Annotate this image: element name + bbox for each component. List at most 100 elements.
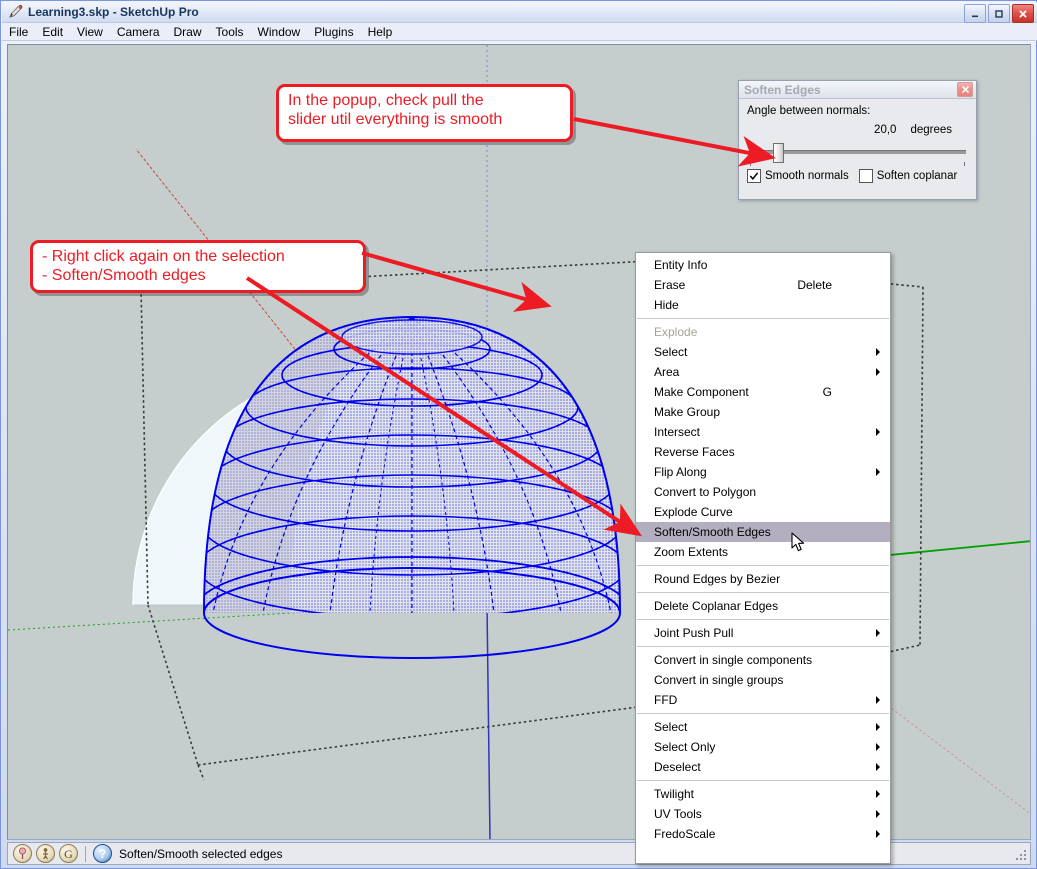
submenu-arrow-icon	[876, 368, 880, 376]
menu-item-label: Deselect	[654, 760, 701, 774]
menu-item-joint-push-pull[interactable]: Joint Push Pull	[636, 623, 890, 643]
menu-item-hide[interactable]: Hide	[636, 295, 890, 315]
context-menu-separator	[637, 780, 889, 781]
menu-draw[interactable]: Draw	[167, 24, 209, 40]
submenu-arrow-icon	[876, 810, 880, 818]
menu-item-make-group[interactable]: Make Group	[636, 402, 890, 422]
submenu-arrow-icon	[876, 830, 880, 838]
menu-item-label: Area	[654, 365, 680, 379]
menu-view[interactable]: View	[70, 24, 110, 40]
menu-item-ffd[interactable]: FFD	[636, 690, 890, 710]
menu-item-label: Make Group	[654, 405, 721, 419]
smooth-normals-checkbox[interactable]: Smooth normals	[747, 169, 849, 183]
menu-item-convert-to-polygon[interactable]: Convert to Polygon	[636, 482, 890, 502]
menu-bar: File Edit View Camera Draw Tools Window Plugins…	[2, 23, 1037, 41]
resize-grip[interactable]	[1013, 847, 1028, 862]
menu-tools[interactable]: Tools	[209, 24, 251, 40]
menu-item-label: Zoom Extents	[654, 545, 729, 559]
minimize-button[interactable]	[964, 4, 986, 23]
menu-item-select[interactable]: Select	[636, 717, 890, 737]
menu-item-flip-along[interactable]: Flip Along	[636, 462, 890, 482]
soften-edges-dialog[interactable]: Soften Edges Angle between normals: 20,0…	[738, 80, 977, 200]
status-divider	[85, 845, 86, 862]
menu-item-label: Select Only	[654, 740, 716, 754]
menu-item-select-only[interactable]: Select Only	[636, 737, 890, 757]
menu-edit[interactable]: Edit	[35, 24, 70, 40]
menu-item-round-edges-by-bezier[interactable]: Round Edges by Bezier	[636, 569, 890, 589]
menu-item-erase[interactable]: Erase Delete	[636, 275, 890, 295]
context-menu-separator	[637, 318, 889, 319]
menu-item-soften-smooth-edges[interactable]: Soften/Smooth Edges	[636, 522, 890, 542]
annotation-popup-line2: slider util everything is smooth	[288, 110, 503, 128]
annotation-popup-line1: In the popup, check pull the	[288, 92, 484, 109]
title-bar: Learning3.skp - SketchUp Pro	[2, 2, 1037, 23]
context-menu-separator	[637, 565, 889, 566]
check-icon	[749, 172, 759, 180]
menu-item-uv-tools[interactable]: UV Tools	[636, 804, 890, 824]
menu-item-label: Select	[654, 345, 688, 359]
geo-pin-icon[interactable]	[13, 844, 32, 863]
help-icon[interactable]: ?	[93, 844, 112, 863]
soften-dialog-title: Soften Edges	[744, 82, 821, 97]
menu-item-fredoscale[interactable]: FredoScale	[636, 824, 890, 844]
soften-coplanar-box[interactable]	[858, 169, 873, 183]
submenu-arrow-icon	[876, 468, 880, 476]
menu-item-label: Select	[654, 720, 688, 734]
menu-plugins[interactable]: Plugins	[307, 24, 360, 40]
menu-item-intersect[interactable]: Intersect	[636, 422, 890, 442]
smooth-normals-label: Smooth normals	[765, 170, 849, 182]
slider-thumb[interactable]	[772, 143, 784, 163]
menu-item-reverse-faces[interactable]: Reverse Faces	[636, 442, 890, 462]
menu-item-explode-curve[interactable]: Explode Curve	[636, 502, 890, 522]
menu-item-twilight[interactable]: Twilight	[636, 784, 890, 804]
menu-item-delete-coplanar-edges[interactable]: Delete Coplanar Edges	[636, 596, 890, 616]
maximize-button[interactable]	[988, 4, 1010, 23]
google-g-icon[interactable]: G	[59, 844, 78, 863]
menu-window[interactable]: Window	[251, 24, 308, 40]
menu-file[interactable]: File	[2, 24, 35, 40]
menu-help[interactable]: Help	[361, 24, 400, 40]
submenu-arrow-icon	[876, 723, 880, 731]
menu-item-label: Convert to Polygon	[654, 485, 757, 499]
annotation-popup-callout: In the popup, check pull the slider util…	[276, 84, 573, 142]
context-menu[interactable]: Entity Info Erase Delete Hide Explode Select A…	[635, 252, 891, 864]
pencil-icon	[7, 4, 23, 20]
mouse-cursor	[791, 532, 805, 552]
soften-coplanar-checkbox[interactable]: Soften coplanar	[858, 169, 958, 183]
menu-camera[interactable]: Camera	[110, 24, 167, 40]
menu-item-convert-in-single-components[interactable]: Convert in single components	[636, 650, 890, 670]
menu-item-label: UV Tools	[654, 807, 702, 821]
menu-item-label: Hide	[654, 298, 679, 312]
context-menu-separator	[637, 592, 889, 593]
menu-item-label: Convert in single components	[654, 653, 813, 667]
smooth-normals-box[interactable]	[747, 169, 761, 183]
context-menu-separator	[637, 619, 889, 620]
menu-item-convert-in-single-groups[interactable]: Convert in single groups	[636, 670, 890, 690]
context-menu-separator	[637, 646, 889, 647]
person-icon[interactable]	[36, 844, 55, 863]
menu-item-label: Explode Curve	[654, 505, 733, 519]
menu-item-deselect[interactable]: Deselect	[636, 757, 890, 777]
menu-item-entity-info[interactable]: Entity Info	[636, 255, 890, 275]
submenu-arrow-icon	[876, 629, 880, 637]
close-button[interactable]	[1012, 4, 1034, 23]
menu-item-label: Soften/Smooth Edges	[654, 525, 771, 539]
menu-item-select[interactable]: Select	[636, 342, 890, 362]
angle-slider[interactable]	[747, 141, 968, 166]
annotation-rightclick-line2: - Soften/Smooth edges	[42, 266, 206, 284]
menu-item-shortcut: Delete	[797, 278, 832, 292]
menu-item-make-component[interactable]: Make Component G	[636, 382, 890, 402]
angle-label: Angle between normals:	[747, 105, 871, 117]
menu-item-zoom-extents[interactable]: Zoom Extents	[636, 542, 890, 562]
soften-dialog-titlebar: Soften Edges	[739, 81, 976, 99]
soften-coplanar-label: Soften coplanar	[876, 170, 958, 182]
menu-item-label: Reverse Faces	[654, 445, 735, 459]
slider-tick-max	[964, 162, 965, 166]
menu-item-shortcut: G	[822, 385, 832, 399]
menu-item-area[interactable]: Area	[636, 362, 890, 382]
submenu-arrow-icon	[876, 743, 880, 751]
angle-value-row: 20,0 degrees	[747, 124, 968, 136]
angle-value: 20,0	[874, 124, 897, 136]
soften-dialog-close-icon[interactable]	[957, 82, 973, 97]
submenu-arrow-icon	[876, 348, 880, 356]
